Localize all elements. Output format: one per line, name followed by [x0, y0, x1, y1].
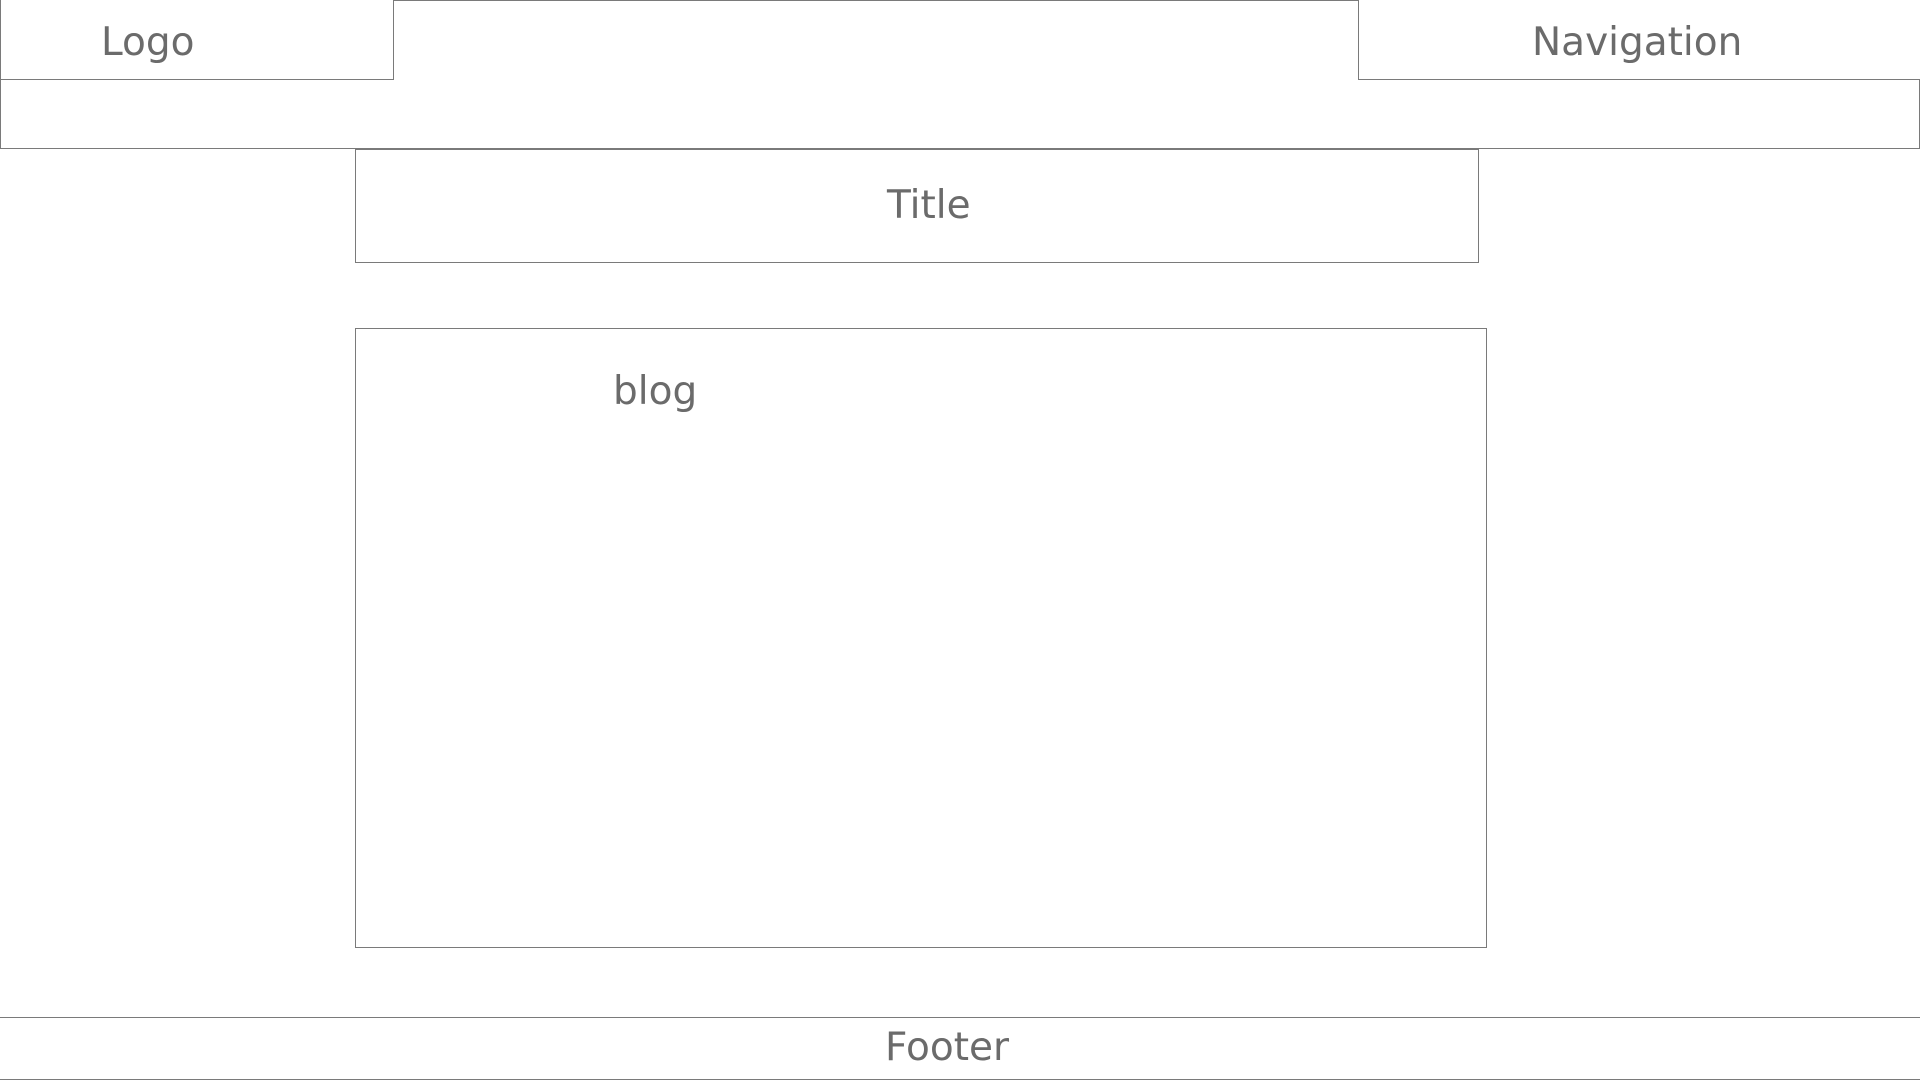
logo-placeholder [0, 0, 394, 80]
navigation-label: Navigation [1532, 20, 1743, 65]
logo-label: Logo [101, 20, 195, 65]
footer-label: Footer [885, 1025, 1010, 1070]
title-label: Title [887, 183, 971, 228]
blog-label: blog [613, 369, 698, 414]
blog-content-placeholder [355, 328, 1487, 948]
